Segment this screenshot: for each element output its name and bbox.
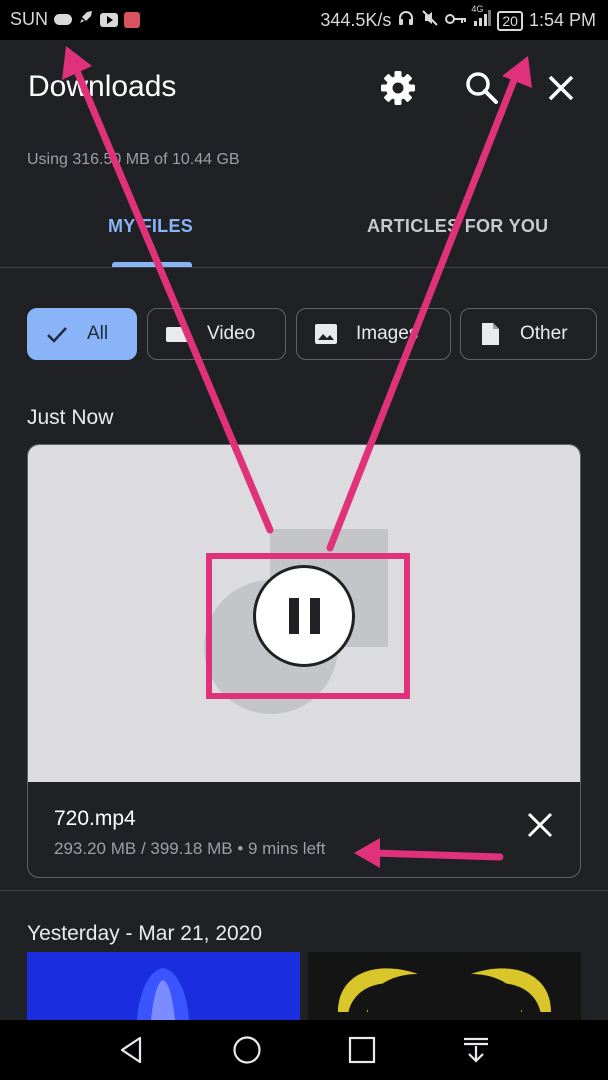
pause-icon bbox=[288, 598, 299, 634]
back-button[interactable] bbox=[116, 1034, 148, 1066]
network-speed: 344.5K/s bbox=[320, 10, 392, 30]
notification-pull-button[interactable] bbox=[460, 1034, 492, 1066]
clock: 1:54 PM bbox=[528, 10, 596, 30]
download-preview bbox=[28, 445, 580, 782]
filter-chip-other[interactable]: Other bbox=[460, 308, 597, 360]
file-icon bbox=[482, 323, 499, 345]
image-icon bbox=[315, 324, 337, 344]
battery-indicator: 20 bbox=[497, 10, 523, 31]
section-divider bbox=[0, 890, 608, 891]
filter-chip-label: Video bbox=[207, 323, 256, 344]
video-icon bbox=[166, 327, 188, 342]
check-icon bbox=[47, 327, 67, 343]
rocket-icon bbox=[78, 9, 94, 30]
filter-chip-label: All bbox=[87, 323, 109, 344]
headphones-icon bbox=[397, 9, 415, 32]
recents-icon bbox=[348, 1036, 376, 1064]
youtube-icon bbox=[100, 12, 119, 27]
back-icon bbox=[120, 1036, 142, 1064]
carrier-label: SUN bbox=[10, 9, 49, 29]
section-header-just-now: Just Now bbox=[27, 406, 114, 429]
storage-usage: Using 316.50 MB of 10.44 GB bbox=[27, 151, 240, 168]
tab-divider bbox=[0, 267, 608, 268]
pause-download-button[interactable] bbox=[253, 565, 355, 667]
filter-chip-all[interactable]: All bbox=[27, 308, 137, 360]
status-bar: SUN 344.5K/s 4G 20 1:54 PM bbox=[0, 0, 608, 40]
filter-chip-video[interactable]: Video bbox=[147, 308, 286, 360]
filter-chip-label: Other bbox=[520, 323, 568, 344]
settings-button[interactable] bbox=[378, 68, 418, 108]
close-icon bbox=[527, 812, 553, 838]
page-title: Downloads bbox=[28, 70, 177, 103]
vpn-key-icon bbox=[445, 10, 467, 31]
swipe-down-icon bbox=[464, 1037, 488, 1063]
search-button[interactable] bbox=[462, 68, 502, 108]
home-button[interactable] bbox=[231, 1034, 263, 1066]
download-filename: 720.mp4 bbox=[54, 807, 136, 830]
home-icon bbox=[233, 1036, 261, 1064]
file-thumbnail[interactable] bbox=[308, 952, 581, 1020]
gear-icon bbox=[381, 71, 415, 105]
signal-icon: 4G bbox=[471, 4, 492, 31]
mute-icon bbox=[421, 9, 439, 32]
filter-chip-images[interactable]: Images bbox=[296, 308, 451, 360]
file-thumbnail[interactable] bbox=[27, 952, 300, 1020]
search-icon bbox=[466, 72, 498, 104]
recents-button[interactable] bbox=[346, 1034, 378, 1066]
system-nav-bar bbox=[0, 1020, 608, 1080]
download-progress-text: 293.20 MB / 399.18 MB • 9 mins left bbox=[54, 839, 326, 858]
close-button[interactable] bbox=[541, 68, 581, 108]
filter-chip-label: Images bbox=[356, 323, 419, 344]
close-icon bbox=[548, 75, 574, 101]
cancel-download-button[interactable] bbox=[524, 809, 556, 841]
cloud-icon bbox=[54, 14, 73, 25]
app-notification-icon bbox=[124, 11, 141, 28]
tab-my-files[interactable]: MY FILES bbox=[108, 216, 193, 237]
section-header-yesterday: Yesterday - Mar 21, 2020 bbox=[27, 922, 263, 945]
download-card[interactable]: 720.mp4 293.20 MB / 399.18 MB • 9 mins l… bbox=[27, 444, 581, 878]
tab-articles-for-you[interactable]: ARTICLES FOR YOU bbox=[367, 216, 548, 237]
